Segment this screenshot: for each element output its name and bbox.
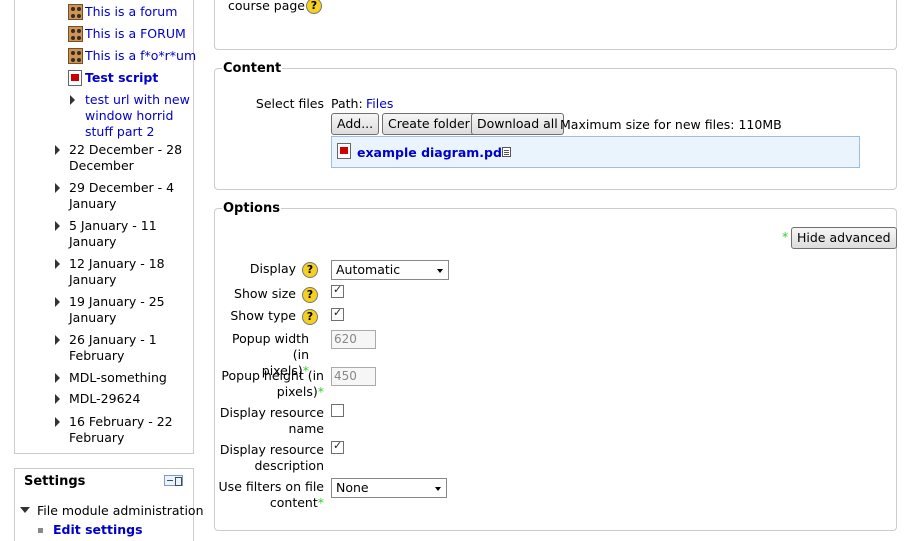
expand-arrow-icon[interactable]	[55, 259, 60, 269]
nav-item-label-line[interactable]: window horrid	[85, 108, 173, 124]
popup-width-input[interactable]: 620	[331, 330, 376, 349]
help-icon[interactable]: ?	[302, 262, 318, 278]
popup-height-input[interactable]: 450	[331, 367, 376, 386]
nav-week-label-line[interactable]: 5 January - 11	[69, 218, 157, 234]
use-filters-label-line: content	[269, 495, 318, 510]
display-resource-name-label: Display resource name	[215, 405, 324, 437]
options-legend: Options	[222, 201, 281, 216]
display-resource-description-label: Display resource description	[215, 442, 324, 474]
show-type-checkbox[interactable]	[331, 306, 344, 321]
settings-title: Settings	[24, 474, 86, 489]
popup-height-label: Popup height (in pixels)*	[215, 368, 324, 400]
hide-advanced-button[interactable]: Hide advanced	[791, 227, 897, 249]
collapse-arrow-icon[interactable]	[20, 507, 30, 513]
max-size-text: Maximum size for new files: 110MB	[560, 117, 782, 132]
help-icon[interactable]: ?	[306, 0, 322, 14]
content-legend: Content	[222, 61, 283, 76]
help-icon[interactable]: ?	[302, 287, 318, 303]
use-filters-select-value: None	[336, 480, 369, 495]
nav-week-label-line[interactable]: MDL-something	[69, 370, 167, 386]
display-resource-name-checkbox[interactable]	[331, 404, 344, 417]
advanced-marker: *	[317, 384, 324, 399]
navigation-block: This is a forum This is a FORUM This is …	[14, 0, 196, 454]
file-menu-icon[interactable]	[502, 147, 511, 157]
nav-week-label-line[interactable]: 26 January - 1	[69, 332, 157, 348]
expand-arrow-icon[interactable]	[55, 183, 60, 193]
nav-item-label-line[interactable]: stuff part 2	[85, 124, 154, 140]
nav-week-label-line[interactable]: 16 February - 22	[69, 414, 173, 430]
nav-item-label[interactable]: This is a f*o*r*um	[85, 48, 196, 64]
nav-week-label-line[interactable]: January	[69, 196, 116, 212]
expand-arrow-icon[interactable]	[55, 335, 60, 345]
path-label: Path:	[331, 96, 363, 111]
nav-week-label-line[interactable]: December	[69, 158, 134, 174]
display-resource-description-checkbox[interactable]	[331, 439, 344, 454]
popup-height-label-line: Popup height (in	[221, 368, 324, 383]
display-resource-name-label-line: Display resource	[219, 405, 324, 420]
nav-item-label-line[interactable]: test url with new	[85, 92, 190, 108]
settings-block: Settings File module administration Edit…	[14, 468, 204, 541]
use-filters-select[interactable]: None	[331, 478, 447, 498]
path-files-link[interactable]: Files	[366, 96, 393, 111]
nav-week-label-line[interactable]: February	[69, 348, 124, 364]
file-module-admin-label[interactable]: File module administration	[37, 503, 204, 518]
nav-item-label[interactable]: This is a FORUM	[85, 26, 186, 42]
nav-week-label-line[interactable]: MDL-29624	[69, 391, 140, 407]
download-all-button[interactable]: Download all	[471, 113, 564, 135]
popup-height-label-line: pixels)	[276, 384, 318, 399]
show-size-checkbox[interactable]	[331, 283, 344, 298]
forum-icon	[68, 48, 83, 64]
nav-week-label-line[interactable]: 22 December - 28	[69, 142, 182, 158]
display-select[interactable]: Automatic	[331, 260, 449, 280]
expand-arrow-icon[interactable]	[55, 221, 60, 231]
display-resource-description-label-line: description	[254, 458, 324, 473]
expand-arrow-icon[interactable]	[55, 297, 60, 307]
general-fieldset: course page ?	[214, 0, 897, 50]
nav-week-label-line[interactable]: 12 January - 18	[69, 256, 165, 272]
bullet-icon	[38, 528, 43, 533]
nav-week-label-line[interactable]: January	[69, 272, 116, 288]
create-folder-button[interactable]: Create folder	[382, 113, 476, 135]
display-label: Display	[249, 261, 296, 276]
expand-arrow-icon[interactable]	[70, 95, 75, 105]
add-file-button[interactable]: Add...	[331, 113, 380, 135]
nav-item-label[interactable]: Test script	[85, 70, 158, 86]
advanced-marker: *	[782, 229, 789, 244]
use-filters-label: Use filters on file content*	[215, 479, 324, 511]
popup-width-label-line: Popup width (in	[232, 331, 309, 362]
expand-arrow-icon[interactable]	[55, 394, 60, 404]
dock-block-icon[interactable]	[164, 475, 183, 486]
expand-arrow-icon[interactable]	[55, 373, 60, 383]
pdf-icon	[337, 143, 351, 159]
display-resource-description-label-line: Display resource	[219, 442, 324, 457]
expand-arrow-icon[interactable]	[55, 145, 60, 155]
file-link[interactable]: example diagram.pdf	[357, 145, 507, 160]
edit-settings-link[interactable]: Edit settings	[53, 522, 143, 537]
nav-week-label-line[interactable]: February	[69, 430, 124, 446]
nav-week-label-line[interactable]: January	[69, 310, 116, 326]
show-type-label: Show type	[230, 308, 296, 323]
pdf-icon	[68, 70, 82, 86]
expand-arrow-icon[interactable]	[55, 417, 60, 427]
file-manager-area: example diagram.pdf	[331, 136, 860, 168]
course-page-label: course page	[228, 0, 305, 13]
forum-icon	[68, 26, 83, 42]
display-select-value: Automatic	[336, 262, 401, 277]
display-resource-name-label-line: name	[288, 421, 324, 436]
show-size-label: Show size	[234, 286, 296, 301]
nav-week-label-line[interactable]: 29 December - 4	[69, 180, 174, 196]
advanced-marker: *	[317, 495, 324, 510]
help-icon[interactable]: ?	[302, 309, 318, 325]
forum-icon	[68, 4, 83, 20]
nav-week-label-line[interactable]: 19 January - 25	[69, 294, 165, 310]
select-files-label: Select files	[255, 96, 324, 111]
use-filters-label-line: Use filters on file	[218, 479, 324, 494]
nav-item-label[interactable]: This is a forum	[85, 4, 177, 20]
nav-week-label-line[interactable]: January	[69, 234, 116, 250]
